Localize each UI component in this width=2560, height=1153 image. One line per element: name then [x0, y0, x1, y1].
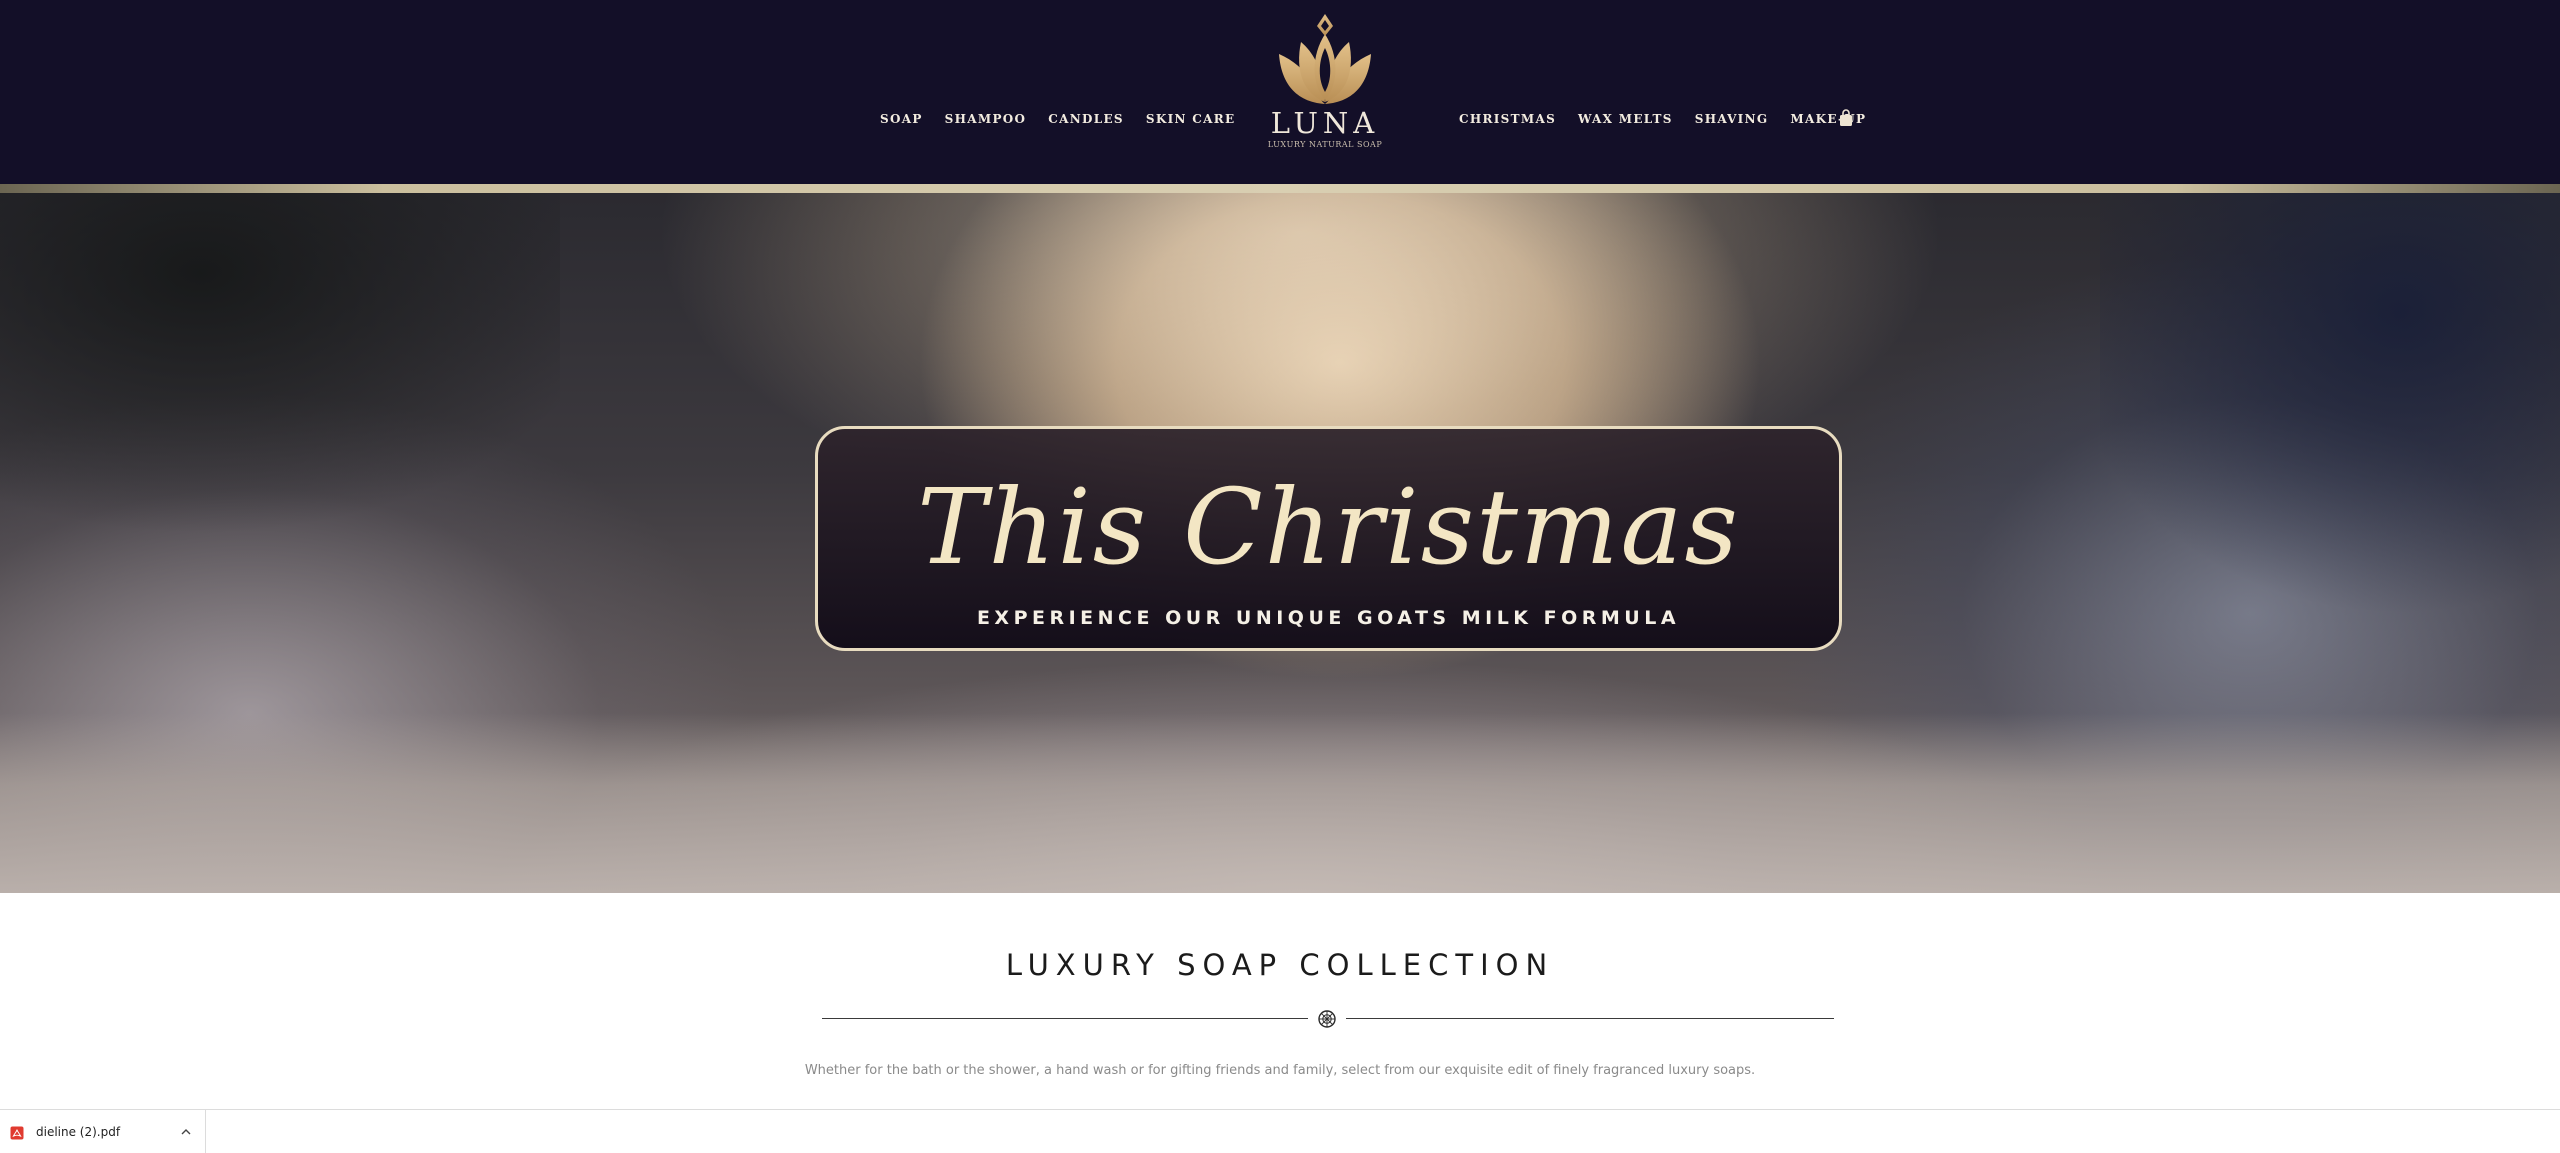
- pdf-icon: [10, 1126, 24, 1140]
- header-gold-border: [0, 184, 2560, 193]
- site-logo[interactable]: LUNA LUXURY NATURAL SOAP: [1230, 12, 1420, 162]
- hero-shadow-right: [2100, 193, 2560, 613]
- hero-subtitle: EXPERIENCE OUR UNIQUE GOATS MILK FORMULA: [976, 607, 1681, 629]
- nav-item-christmas[interactable]: CHRISTMAS: [1459, 112, 1556, 126]
- nav-item-shaving[interactable]: SHAVING: [1695, 112, 1769, 126]
- hero-shadow-left: [0, 193, 560, 573]
- hero-snow: [0, 713, 2560, 893]
- nav-item-make-up[interactable]: MAKE-UP: [1790, 112, 1866, 126]
- download-bar: dieline (2).pdf: [0, 1109, 2560, 1153]
- nav-item-shampoo[interactable]: SHAMPOO: [945, 112, 1027, 126]
- nav-item-soap[interactable]: SOAP: [880, 112, 923, 126]
- lotus-icon: [1279, 14, 1371, 104]
- hero-title: This Christmas: [917, 466, 1740, 588]
- section-title: LUXURY SOAP COLLECTION: [1005, 948, 1555, 982]
- logo-tagline: LUXURY NATURAL SOAP: [1267, 140, 1383, 149]
- ornament-icon: [1318, 1010, 1336, 1028]
- shopping-bag-icon[interactable]: [1838, 109, 1854, 127]
- nav-item-wax-melts[interactable]: WAX MELTS: [1578, 112, 1673, 126]
- divider-left: [822, 1018, 1308, 1019]
- divider-right: [1346, 1018, 1834, 1019]
- download-item[interactable]: dieline (2).pdf: [0, 1110, 206, 1153]
- logo-name: LUNA: [1270, 106, 1380, 140]
- chevron-up-icon[interactable]: [180, 1126, 192, 1138]
- section-description: Whether for the bath or the shower, a ha…: [804, 1063, 1756, 1078]
- nav-left: SOAP SHAMPOO CANDLES SKIN CARE: [880, 112, 1235, 126]
- download-file-name: dieline (2).pdf: [36, 1125, 121, 1139]
- hero-card[interactable]: This Christmas EXPERIENCE OUR UNIQUE GOA…: [815, 426, 1842, 651]
- nav-item-candles[interactable]: CANDLES: [1048, 112, 1124, 126]
- site-header: SOAP SHAMPOO CANDLES SKIN CARE LUNA LUXU…: [0, 0, 2560, 184]
- nav-right: CHRISTMAS WAX MELTS SHAVING MAKE-UP: [1459, 112, 1866, 126]
- nav-item-skin-care[interactable]: SKIN CARE: [1146, 112, 1236, 126]
